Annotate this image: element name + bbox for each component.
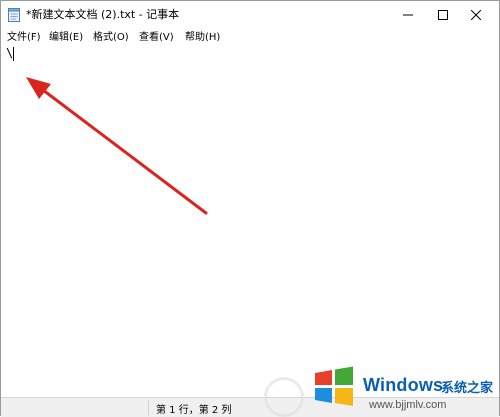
arrow-head — [26, 77, 51, 99]
windows-logo-icon — [311, 363, 357, 409]
watermark: Windows 系统之家 www.bjjmlv.com — [309, 361, 499, 417]
watermark-url: www.bjjmlv.com — [369, 399, 447, 411]
notepad-window: *新建文本文档 (2).txt - 记事本 文件(F) 编辑(E) 格式(O) … — [0, 0, 500, 417]
arrow-shaft — [37, 85, 208, 215]
watermark-brand: Windows — [363, 375, 444, 395]
watermark-brand-cn: 系统之家 — [441, 381, 494, 396]
cursor-position: 第 1 行，第 2 列 — [156, 405, 232, 416]
watermark-circle — [264, 377, 304, 417]
annotation-arrow — [26, 77, 208, 215]
status-divider — [148, 400, 149, 415]
